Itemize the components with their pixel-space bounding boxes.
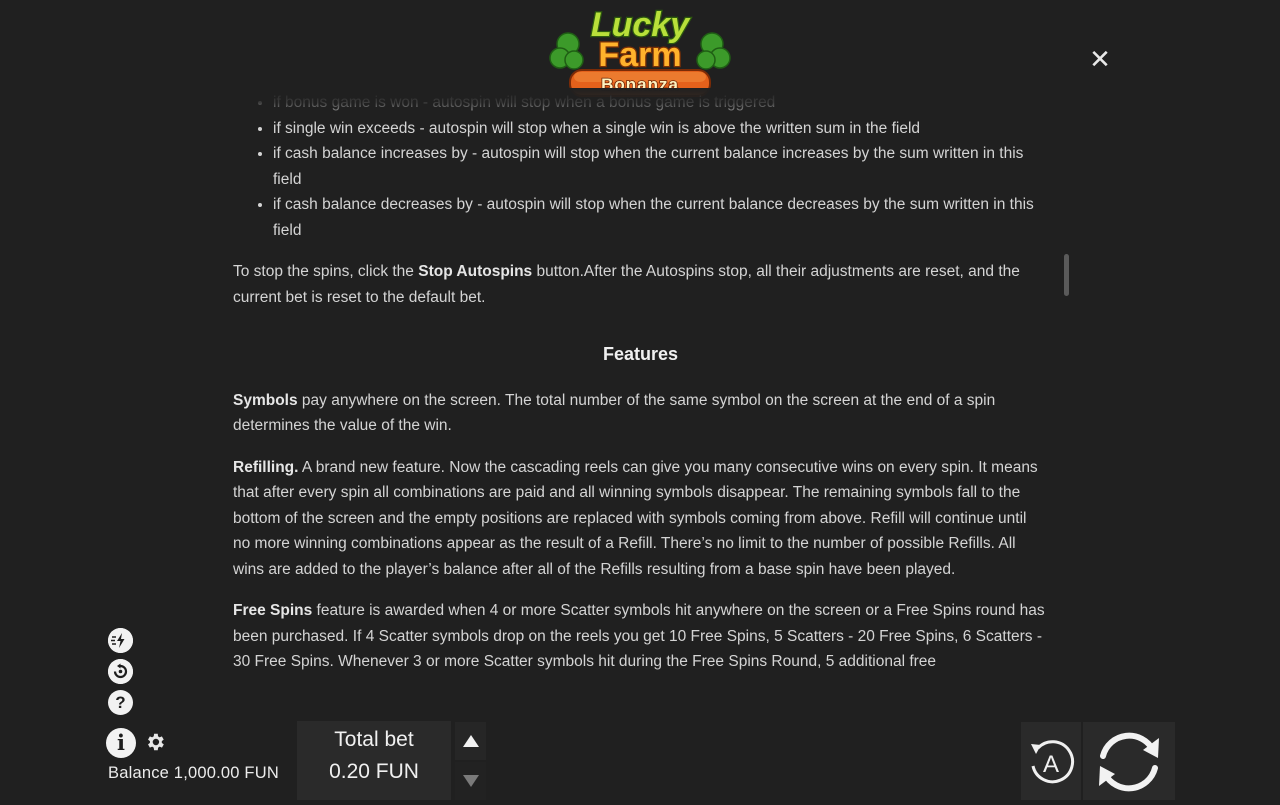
- refilling-paragraph: Refilling. A brand new feature. Now the …: [233, 458, 1038, 578]
- game-logo: Lucky Farm Bonanza: [548, 2, 732, 98]
- autospin-stop-conditions: if bonus game is won - autospin will sto…: [233, 90, 1048, 243]
- list-item: if single win exceeds - autospin will st…: [273, 116, 1048, 142]
- autoplay-icon: A: [1031, 740, 1075, 784]
- spin-icon: [1099, 732, 1159, 792]
- total-bet-label: Total bet: [334, 728, 414, 751]
- list-item: if cash balance increases by - autospin …: [273, 141, 1048, 192]
- close-button[interactable]: ✕: [1086, 46, 1114, 74]
- gear-icon[interactable]: [143, 731, 167, 755]
- list-item: if cash balance decreases by - autospin …: [273, 192, 1048, 243]
- list-item: if bonus game is won - autospin will sto…: [273, 90, 1048, 116]
- total-bet-panel: Total bet 0.20 FUN: [297, 721, 451, 800]
- autoplay-label: A: [1043, 751, 1059, 778]
- arrow-down-icon: [462, 775, 479, 787]
- stop-autospins-paragraph: To stop the spins, click the Stop Autosp…: [233, 263, 1020, 306]
- balance-display: Balance 1,000.00 FUN: [108, 764, 279, 782]
- history-icon[interactable]: [108, 659, 133, 684]
- features-heading: Features: [602, 344, 679, 364]
- autoplay-button[interactable]: A: [1021, 722, 1081, 800]
- spin-button[interactable]: [1083, 722, 1175, 800]
- symbols-paragraph: Symbols pay anywhere on the screen. The …: [233, 391, 996, 435]
- total-bet-value: 0.20 FUN: [329, 760, 419, 783]
- logo-line2: Farm: [598, 36, 681, 74]
- info-icon[interactable]: i: [106, 728, 136, 758]
- bet-increase-button[interactable]: [455, 722, 486, 760]
- turbo-spin-icon[interactable]: [108, 628, 133, 653]
- rules-content[interactable]: if bonus game is won - autospin will sto…: [233, 88, 1048, 700]
- scrollbar-thumb[interactable]: [1064, 254, 1069, 296]
- arrow-up-icon: [462, 735, 479, 747]
- bet-decrease-button[interactable]: [455, 762, 486, 800]
- free-spins-paragraph: Free Spins feature is awarded when 4 or …: [233, 602, 1045, 670]
- help-icon[interactable]: ?: [108, 690, 133, 715]
